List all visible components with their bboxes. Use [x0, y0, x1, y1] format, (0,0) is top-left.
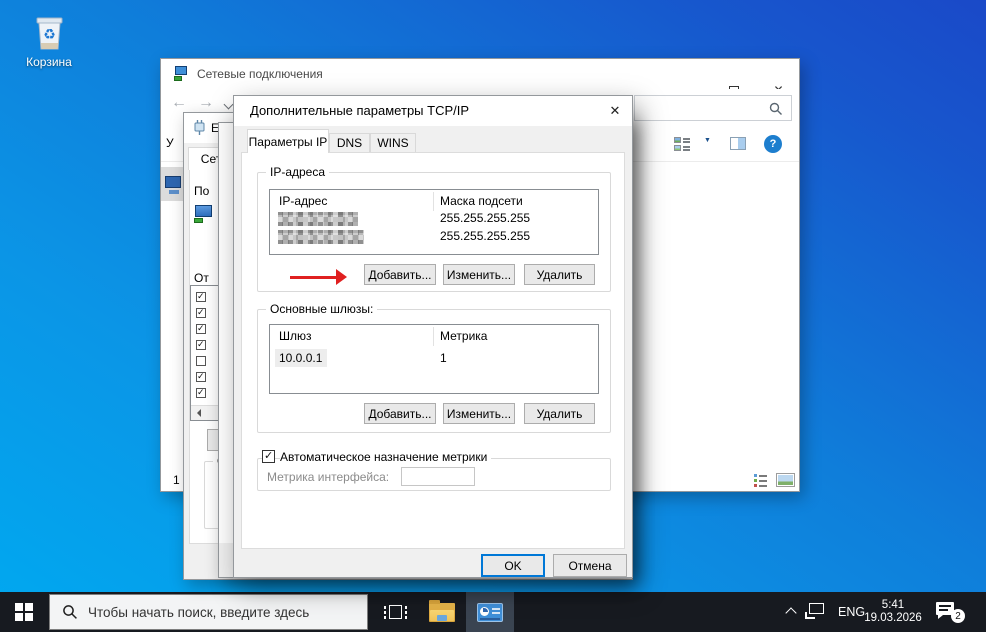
network-connections-taskbar-button[interactable]	[466, 592, 514, 632]
ip-addresses-list[interactable]: IP-адрес Маска подсети 255.255.255.255 2…	[269, 189, 599, 255]
tab-ip-settings[interactable]: Параметры IP	[247, 129, 329, 153]
ip-addresses-legend: IP-адреса	[266, 165, 329, 179]
desktop: ♻ Корзина Сетевые подключения ✕ ← →	[0, 0, 986, 632]
subnet-mask-value: 255.255.255.255	[440, 229, 530, 243]
taskbar-search-input[interactable]	[88, 605, 338, 620]
component-checkbox[interactable]	[196, 292, 206, 302]
dialog-title: Дополнительные параметры TCP/IP	[250, 103, 469, 118]
gateway-metric-value: 1	[440, 351, 447, 365]
column-divider	[433, 327, 434, 346]
forward-icon[interactable]: →	[198, 94, 214, 112]
dialog-close-icon[interactable]: ✕	[602, 99, 628, 123]
interface-metric-input[interactable]	[401, 467, 475, 486]
tab-ip-settings-label: Параметры IP	[249, 135, 328, 149]
tray-time: 5:41	[862, 599, 924, 612]
ok-button[interactable]: OK	[481, 554, 545, 577]
redacted-ip-value	[278, 230, 364, 244]
component-checkbox[interactable]	[196, 308, 206, 318]
network-connections-app-icon	[477, 603, 503, 622]
tray-chevron-icon[interactable]	[785, 607, 796, 618]
file-explorer-button[interactable]	[420, 592, 464, 632]
component-checkbox[interactable]	[196, 324, 206, 334]
scroll-left-icon[interactable]	[191, 406, 206, 420]
advanced-tcpip-dialog: Дополнительные параметры TCP/IP ✕ Параме…	[233, 95, 633, 578]
column-header-mask: Маска подсети	[440, 194, 523, 208]
tab-dns-label: DNS	[337, 136, 362, 150]
taskbar: ENG 5:41 19.03.2026 2	[0, 592, 986, 632]
recycle-bin-label: Корзина	[14, 55, 84, 69]
tray-network-icon[interactable]	[805, 603, 827, 620]
cancel-button[interactable]: Отмена	[553, 554, 627, 577]
column-divider	[433, 192, 434, 211]
component-checkbox[interactable]	[196, 372, 206, 382]
auto-metric-checkbox[interactable]	[262, 450, 275, 463]
taskbar-search-box[interactable]	[49, 594, 368, 630]
network-connections-window-icon	[173, 66, 189, 82]
recycle-bin[interactable]: ♻ Корзина	[14, 10, 84, 69]
nav-dropdown-icon[interactable]	[224, 100, 234, 110]
gateway-add-button[interactable]: Добавить...	[364, 403, 436, 424]
gateway-value: 10.0.0.1	[279, 351, 322, 365]
tab-wins-label: WINS	[377, 136, 408, 150]
back-icon[interactable]: ←	[171, 94, 187, 112]
component-checkbox[interactable]	[196, 356, 206, 366]
search-icon	[62, 604, 78, 620]
auto-metric-label: Автоматическое назначение метрики	[280, 450, 491, 464]
column-header-ip: IP-адрес	[279, 194, 327, 208]
help-icon[interactable]: ?	[764, 135, 782, 153]
main-window-title: Сетевые подключения	[197, 67, 323, 81]
main-titlebar: Сетевые подключения ✕	[161, 59, 799, 89]
adapter-icon	[193, 204, 215, 224]
gateways-list[interactable]: Шлюз Метрика 10.0.0.1 1	[269, 324, 599, 394]
gateways-legend: Основные шлюзы:	[266, 302, 377, 316]
task-view-icon	[384, 604, 408, 621]
column-header-metric: Метрика	[440, 329, 487, 343]
thumbnail-view-icon[interactable]	[776, 473, 795, 487]
subnet-mask-value: 255.255.255.255	[440, 211, 530, 225]
component-checkbox[interactable]	[196, 340, 206, 350]
start-button[interactable]	[0, 592, 48, 632]
component-checkbox[interactable]	[196, 388, 206, 398]
explorer-search-box[interactable]	[634, 95, 792, 121]
column-header-gateway: Шлюз	[279, 329, 312, 343]
gateway-edit-button[interactable]: Изменить...	[443, 403, 515, 424]
components-label: От	[194, 271, 209, 285]
gateway-remove-button[interactable]: Удалить	[524, 403, 595, 424]
ip-add-button[interactable]: Добавить...	[364, 264, 436, 285]
redacted-ip-value	[278, 212, 358, 226]
recycle-bin-icon: ♻	[31, 10, 67, 52]
preview-pane-icon[interactable]	[730, 137, 746, 150]
tab-wins[interactable]: WINS	[370, 133, 416, 153]
tray-clock[interactable]: 5:41 19.03.2026	[862, 599, 924, 625]
view-options-icon[interactable]	[674, 137, 690, 151]
dialog-titlebar: Дополнительные параметры TCP/IP ✕	[234, 96, 632, 126]
notification-count-badge: 2	[951, 609, 965, 623]
tab-dns[interactable]: DNS	[329, 133, 370, 153]
organize-button[interactable]: У	[166, 136, 174, 150]
interface-metric-label: Метрика интерфейса:	[267, 470, 389, 484]
ip-edit-button[interactable]: Изменить...	[443, 264, 515, 285]
ip-remove-button[interactable]: Удалить	[524, 264, 595, 285]
search-icon	[769, 102, 783, 116]
ethernet-plug-icon	[192, 119, 207, 136]
windows-logo-icon	[15, 603, 33, 621]
connection-through-label: По	[194, 184, 209, 198]
task-view-button[interactable]	[374, 592, 418, 632]
svg-text:♻: ♻	[43, 26, 56, 42]
details-view-icon[interactable]	[754, 474, 768, 487]
view-options-dropdown-icon[interactable]: ▼	[704, 137, 711, 144]
tray-date: 19.03.2026	[862, 612, 924, 625]
status-item-count: 1	[173, 473, 180, 487]
file-explorer-icon	[429, 603, 455, 622]
